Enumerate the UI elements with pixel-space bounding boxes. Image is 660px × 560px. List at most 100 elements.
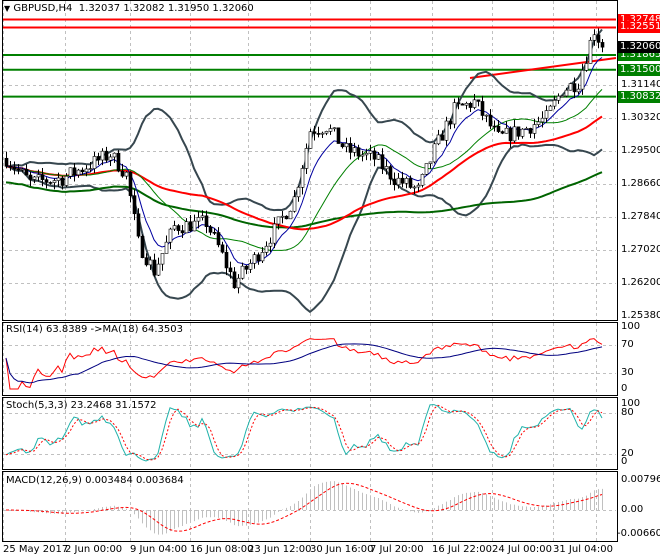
candle-body [600,42,605,48]
candle-body [116,152,121,172]
candle-body [428,161,433,164]
candle-body [384,166,389,170]
candle-body [348,143,353,153]
rsi-axis-70: 70 [621,339,634,350]
candle-body [416,184,421,188]
candle-body [92,156,97,169]
candle-body [64,175,69,186]
candle-body [488,114,493,127]
macd-axis-min: -0.006601 [617,528,660,539]
candle-body [328,128,333,132]
candle-body [276,216,281,225]
candle-body [240,265,245,279]
candle-body [536,121,541,125]
price-axis-label: 1.27840 [621,211,660,222]
candle-body [444,120,449,141]
candle-body [152,259,157,276]
candle-body [380,154,385,170]
candle-body [184,221,189,234]
candle-body [84,168,89,173]
low-price: 1.31950 [167,3,210,14]
candle-body [528,128,533,134]
candle-body [232,271,237,289]
candle-body [20,168,25,171]
collapse-triangle-icon[interactable]: ▼ [4,4,10,13]
candle-body [396,177,401,186]
candle-body [48,182,53,184]
candle-body [400,177,405,184]
candle-body [120,170,125,177]
candle-body [556,95,561,101]
candle-body [72,167,77,176]
candle-body [324,131,329,134]
candle-body [460,103,465,106]
price-axis-label: 1.29500 [621,145,660,156]
candle-body [512,126,517,142]
candle-body [28,174,33,180]
candle-body [188,221,193,232]
candle-body [200,215,205,218]
candle-body [456,102,461,105]
candle-body [272,223,277,244]
candle-body [576,88,581,93]
candle-body [208,226,213,233]
candle-body [420,174,425,186]
candle-body [192,220,197,232]
candle-body [344,143,349,148]
macd-signal-line [6,482,603,532]
rsi-ma-line [5,343,603,384]
candle-body [412,186,417,189]
candle-body [496,125,501,132]
candle-body [256,254,261,262]
candle-body [260,252,265,262]
chart-header: ▼ GBPUSD,H4 1.32037 1.32082 1.31950 1.32… [4,3,254,15]
close-price: 1.32060 [212,3,254,14]
candle-body [220,244,225,253]
macd-title: MACD(12,26,9) 0.003484 0.003684 [6,475,184,486]
candle-body [148,259,153,266]
candle-body [172,225,177,230]
candle-body [464,103,469,106]
candle-body [288,210,293,220]
candle-body [572,83,577,93]
candle-body [164,241,169,254]
candle-body [356,147,361,157]
candle-body [144,257,149,266]
macd-axis-zero: 0.00 [621,504,644,515]
candle-body [248,263,253,270]
rsi-line [5,338,603,390]
candle-body [132,195,137,215]
candle-body [588,39,593,64]
candle-body [492,125,497,128]
time-axis-label: 7 Jul 20:00 [370,544,424,555]
level-price-tag: 1.32551 [618,21,660,34]
candle-body [180,230,185,234]
time-axis-label: 31 Jul 04:00 [553,544,613,555]
candle-body [524,128,529,130]
candle-body [540,117,545,123]
candle-body [96,156,101,161]
candle-body [544,110,549,119]
candle-body [408,178,413,188]
candle-body [304,148,309,169]
candle-body [592,34,597,41]
candle-body [32,176,37,180]
candle-body [564,89,569,97]
candle-body [468,103,473,108]
candle-body [80,169,85,173]
rsi-axis-0: 0 [621,383,628,394]
candle-body [236,277,241,289]
candle-body [12,166,17,170]
candle-body [196,217,201,222]
candle-body [364,153,369,156]
candle-body [440,134,445,141]
time-axis-label: 23 Jun 12:00 [248,544,312,555]
candle-body [300,168,305,188]
candle-body [244,265,249,270]
macd-axis-max: 0.007961 [621,474,660,485]
candle-body [60,177,65,186]
candle-body [100,150,105,161]
rsi-title: RSI(14) 63.8389 ->MA(18) 64.3503 [6,324,183,335]
candle-body [4,157,9,167]
candle-body [292,196,297,212]
